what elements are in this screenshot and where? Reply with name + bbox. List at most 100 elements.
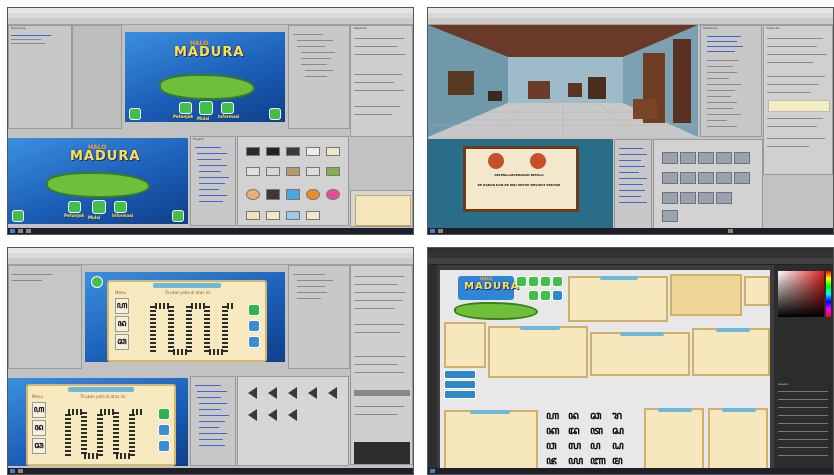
options-bar[interactable] [428,258,833,265]
asset-thumb[interactable] [286,189,300,200]
asset-thumb[interactable] [266,211,280,220]
asset-thumb[interactable] [286,167,300,176]
asset-thumb[interactable] [266,167,280,176]
script-char-cell[interactable]: ꦤ [115,316,129,332]
sprite-blue-button[interactable] [444,390,476,399]
unity-asset-icon[interactable] [268,409,277,421]
asset-thumb[interactable] [286,211,300,220]
tracing-board-2[interactable]: Menu Tirukan pola di atas ini ꦲ ꦤ ꦕ [26,384,176,466]
back-button[interactable] [91,276,103,288]
asset-browser[interactable] [237,376,349,466]
tool-button[interactable] [248,304,260,316]
hierarchy-panel[interactable] [288,265,350,369]
hierarchy-panel[interactable]: Hierarchy [8,25,72,129]
sprite-button[interactable] [528,290,539,301]
sprite-button[interactable] [540,276,551,287]
info-button[interactable] [221,102,234,114]
color-picker[interactable] [778,271,824,317]
asset-thumb[interactable] [716,192,732,204]
hierarchy-panel-right[interactable] [288,25,350,129]
asset-thumb[interactable] [306,189,320,200]
tools-panel[interactable] [428,265,437,470]
sprite-blue-button[interactable] [444,380,476,389]
asset-thumb[interactable] [734,152,750,164]
asset-thumb[interactable] [306,211,320,220]
sprite-button[interactable] [540,290,551,301]
asset-thumb[interactable] [662,210,678,222]
sprite-button[interactable] [552,290,563,301]
sprite-blue-button[interactable] [444,370,476,379]
asset-thumb[interactable] [246,147,260,156]
tool-button[interactable] [248,320,260,332]
project-tree[interactable] [614,139,652,229]
instructions-button-2[interactable] [68,201,81,213]
unity-asset-icon[interactable] [328,387,337,399]
sound-button[interactable] [269,108,281,120]
asset-thumb[interactable] [306,167,320,176]
canvas[interactable]: HALO MADURA ꦲ ꦤ ꦕ ꦫ ꦏ ꦢ ꦠ ꦱ ꦮ ꦭ ꦥ ꦝ ꦗ ꦪ … [440,270,770,474]
asset-thumb[interactable] [266,147,280,156]
inspector-panel[interactable]: Inspector [350,25,413,137]
script-char-cell[interactable]: ꦲ [115,298,129,314]
game-view-top[interactable]: HALO MADURA Petunjuk Mulai Informasi [125,32,285,122]
asset-thumb[interactable] [662,192,678,204]
script-char-cell[interactable]: ꦲ [32,402,46,418]
unity-asset-icon[interactable] [248,387,257,399]
asset-thumb[interactable] [326,167,340,176]
asset-thumb[interactable] [326,189,340,200]
exit-button[interactable] [129,108,141,120]
toolbar[interactable] [8,258,413,265]
unity-asset-icon[interactable] [288,387,297,399]
scene-view-3d-room[interactable] [428,25,698,137]
hierarchy-panel[interactable]: Hierarchy [700,25,762,137]
unity-asset-icon[interactable] [308,387,317,399]
asset-thumb[interactable] [680,172,696,184]
unity-asset-icon[interactable] [288,409,297,421]
asset-thumb[interactable] [662,152,678,164]
exit-button-2[interactable] [12,210,24,222]
asset-thumb[interactable] [698,152,714,164]
tracing-board[interactable]: Menu Tirukan pola di atas ini ꦲ ꦤ ꦕ [107,280,267,362]
tool-button[interactable] [158,424,170,436]
instructions-button[interactable] [179,102,192,114]
toolbar[interactable] [8,18,413,25]
trace-path-2[interactable] [62,404,148,460]
scene-grid-panel[interactable] [72,25,122,129]
game-view-sign[interactable]: GELENG-GELENGKAN KEPALA KE KANAN DAN KE … [428,139,613,229]
sprite-button[interactable] [516,276,527,287]
info-button-2[interactable] [114,201,127,213]
asset-thumb[interactable] [286,147,300,156]
unity-asset-icon[interactable] [268,387,277,399]
tool-button[interactable] [158,440,170,452]
sprite-button[interactable] [528,276,539,287]
script-char-cell[interactable]: ꦕ [32,438,46,454]
photoshop-side-panels[interactable]: Layers [774,265,833,470]
inspector-panel[interactable] [350,265,413,465]
unity-asset-icon[interactable] [248,409,257,421]
tool-button[interactable] [158,408,170,420]
sound-button-2[interactable] [172,210,184,222]
asset-thumb[interactable] [716,172,732,184]
scene-panel-left[interactable] [8,265,82,369]
asset-thumb[interactable] [698,172,714,184]
asset-thumb[interactable] [246,211,260,220]
project-tree[interactable] [190,376,236,466]
asset-browser[interactable] [237,136,349,226]
tool-button[interactable] [248,336,260,348]
sprite-button[interactable] [552,276,563,287]
asset-thumb[interactable] [246,167,260,176]
asset-thumb[interactable] [326,147,340,156]
asset-thumb[interactable] [698,192,714,204]
asset-thumb[interactable] [306,147,320,156]
hue-slider[interactable] [826,271,831,317]
asset-thumb[interactable] [680,192,696,204]
asset-thumb[interactable] [246,189,260,200]
asset-thumb[interactable] [680,152,696,164]
asset-thumb[interactable] [662,172,678,184]
asset-thumb[interactable] [734,172,750,184]
inspector-panel[interactable]: Inspector [763,25,833,175]
game-view-top[interactable]: Menu Tirukan pola di atas ini ꦲ ꦤ ꦕ [85,272,285,362]
trace-path[interactable] [147,298,241,356]
game-view-bottom[interactable]: HALO MADURA Petunjuk Mulai Informasi [8,138,188,224]
toolbar[interactable] [428,18,833,25]
